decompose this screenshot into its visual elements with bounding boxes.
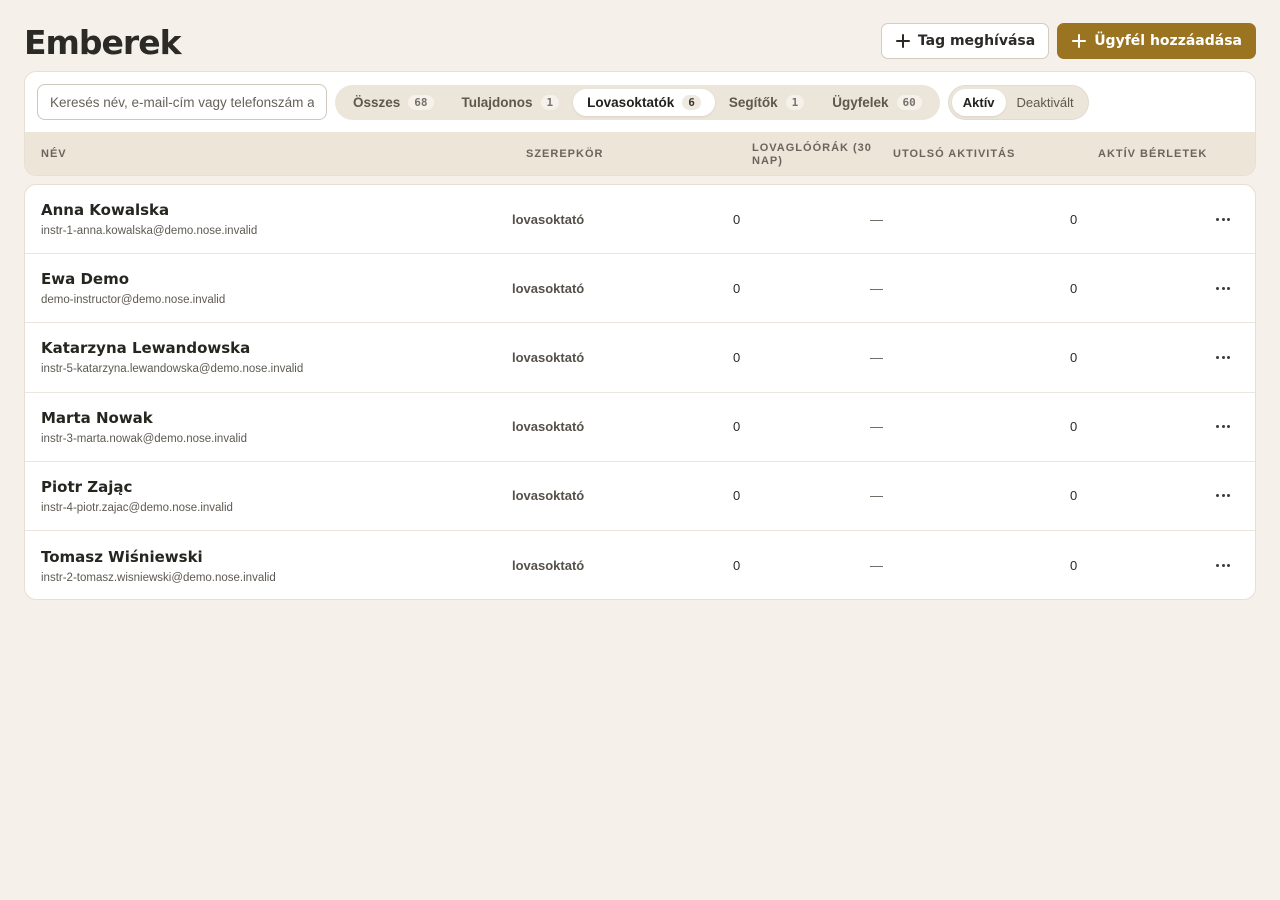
role-tab-label: Ügyfelek: [832, 94, 889, 110]
page-title: Emberek: [24, 22, 182, 62]
more-icon[interactable]: [1215, 462, 1231, 530]
person-name[interactable]: Piotr Zając: [41, 478, 132, 496]
hours-cell: 0: [733, 211, 741, 227]
activity-cell: —: [870, 558, 883, 574]
hours-cell: 0: [733, 558, 741, 574]
table-row[interactable]: Anna Kowalska instr-1-anna.kowalska@demo.…: [25, 185, 1255, 255]
table-row[interactable]: Tomasz Wiśniewski instr-2-tomasz.wisniews…: [25, 531, 1255, 599]
role-tab[interactable]: Ügyfelek 60: [818, 89, 936, 116]
person-cell: Tomasz Wiśniewski instr-2-tomasz.wisniews…: [41, 531, 276, 599]
role-tab-count: 1: [785, 94, 805, 110]
person-email: instr-2-tomasz.wisniewski@demo.nose.inva…: [41, 571, 276, 584]
person-cell: Ewa Demo demo-instructor@demo.nose.invali…: [41, 254, 225, 322]
more-icon[interactable]: [1215, 323, 1231, 391]
person-name[interactable]: Ewa Demo: [41, 270, 129, 288]
status-option[interactable]: Aktív: [951, 88, 1006, 116]
invite-member-label: Tag meghívása: [917, 33, 1036, 49]
role-tab-label: Összes: [353, 94, 401, 110]
table-row[interactable]: Marta Nowak instr-3-marta.nowak@demo.nose…: [25, 393, 1255, 462]
activity-cell: —: [870, 280, 883, 296]
passes-cell: 0: [1070, 349, 1078, 365]
more-icon[interactable]: [1215, 254, 1231, 322]
add-client-label: Ügyfél hozzáadása: [1094, 33, 1242, 49]
plus-icon: [1072, 34, 1087, 48]
passes-cell: 0: [1070, 211, 1078, 227]
filter-toolbar: Összes 68 Tulajdonos 1 Lovasoktatók 6 Segítők 1…: [37, 84, 1243, 120]
table-row[interactable]: Katarzyna Lewandowska instr-5-katarzyna.l…: [25, 323, 1255, 393]
people-table-body: Anna Kowalska instr-1-anna.kowalska@demo.…: [24, 184, 1256, 600]
person-email: instr-1-anna.kowalska@demo.nose.invalid: [41, 225, 258, 238]
passes-cell: 0: [1070, 419, 1078, 435]
more-icon[interactable]: [1215, 185, 1231, 253]
filter-card: Összes 68 Tulajdonos 1 Lovasoktatók 6 Segítők 1…: [24, 71, 1256, 176]
column-header-activity[interactable]: Utolsó aktivitás: [893, 132, 1015, 175]
role-tab-count: 68: [408, 94, 434, 110]
role-tab-label: Segítők: [728, 94, 778, 110]
hours-cell: 0: [733, 419, 741, 435]
activity-cell: —: [870, 488, 883, 504]
column-header-role[interactable]: Szerepkör: [526, 132, 603, 175]
role-tab[interactable]: Tulajdonos 1: [448, 89, 574, 116]
role-cell: lovasoktató: [512, 349, 585, 365]
role-cell: lovasoktató: [512, 280, 585, 296]
table-row[interactable]: Ewa Demo demo-instructor@demo.nose.invali…: [25, 254, 1255, 324]
passes-cell: 0: [1070, 280, 1078, 296]
more-icon[interactable]: [1215, 531, 1231, 599]
status-option[interactable]: Deaktivált: [1006, 89, 1085, 116]
invite-member-button[interactable]: Tag meghívása: [880, 23, 1050, 59]
person-name[interactable]: Tomasz Wiśniewski: [41, 548, 203, 566]
search-input[interactable]: [37, 84, 327, 120]
role-tab-count: 60: [896, 94, 922, 110]
role-cell: lovasoktató: [512, 419, 585, 435]
hours-cell: 0: [733, 488, 741, 504]
column-header-hours[interactable]: Lovaglóórák (30 nap): [752, 132, 882, 175]
column-header-name[interactable]: Név: [41, 132, 67, 175]
role-filter-tabs: Összes 68 Tulajdonos 1 Lovasoktatók 6 Segítők 1…: [335, 84, 940, 120]
add-client-button[interactable]: Ügyfél hozzáadása: [1057, 23, 1256, 59]
person-cell: Katarzyna Lewandowska instr-5-katarzyna.l…: [41, 323, 303, 391]
more-icon[interactable]: [1215, 393, 1231, 461]
status-filter-toggle: Aktív Deaktivált: [947, 84, 1089, 120]
role-cell: lovasoktató: [512, 488, 585, 504]
header-actions: Tag meghívása Ügyfél hozzáadása: [880, 23, 1256, 59]
role-tab-label: Tulajdonos: [461, 94, 533, 110]
passes-cell: 0: [1070, 558, 1078, 574]
person-email: demo-instructor@demo.nose.invalid: [41, 294, 226, 307]
person-email: instr-5-katarzyna.lewandowska@demo.nose.…: [41, 363, 304, 376]
activity-cell: —: [870, 349, 883, 365]
activity-cell: —: [870, 211, 883, 227]
person-name[interactable]: Anna Kowalska: [41, 201, 169, 219]
role-tab-count: 1: [540, 94, 560, 110]
role-cell: lovasoktató: [512, 558, 585, 574]
person-name[interactable]: Marta Nowak: [41, 409, 153, 427]
hours-cell: 0: [733, 349, 741, 365]
person-cell: Anna Kowalska instr-1-anna.kowalska@demo.…: [41, 185, 257, 253]
column-header-passes[interactable]: Aktív bérletek: [1098, 132, 1207, 175]
table-row[interactable]: Piotr Zając instr-4-piotr.zajac@demo.nose…: [25, 462, 1255, 531]
person-cell: Marta Nowak instr-3-marta.nowak@demo.nose…: [41, 393, 247, 461]
role-tab-label: Lovasoktatók: [587, 94, 675, 110]
person-email: instr-3-marta.nowak@demo.nose.invalid: [41, 432, 247, 445]
role-tab[interactable]: Összes 68: [339, 89, 448, 116]
plus-icon: [895, 34, 910, 48]
page-header: Emberek Tag meghívása Ügyfél hozzáadása: [24, 22, 1256, 62]
role-tab[interactable]: Lovasoktatók 6: [573, 88, 715, 116]
passes-cell: 0: [1070, 488, 1078, 504]
person-name[interactable]: Katarzyna Lewandowska: [41, 339, 250, 357]
role-tab-count: 6: [682, 94, 701, 110]
table-header: Név Szerepkör Lovaglóórák (30 nap) Utols…: [25, 132, 1255, 175]
role-cell: lovasoktató: [512, 211, 585, 227]
activity-cell: —: [870, 419, 883, 435]
person-email: instr-4-piotr.zajac@demo.nose.invalid: [41, 501, 233, 514]
role-tab[interactable]: Segítők 1: [715, 89, 818, 116]
person-cell: Piotr Zając instr-4-piotr.zajac@demo.nose…: [41, 462, 233, 530]
hours-cell: 0: [733, 280, 741, 296]
